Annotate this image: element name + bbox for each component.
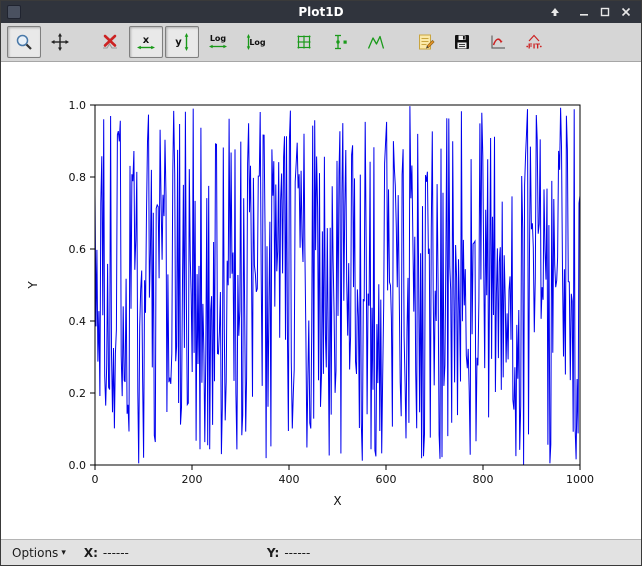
log-y-icon: Log [243,32,265,52]
clear-button[interactable] [93,26,127,58]
x-tick-label: 600 [376,473,397,486]
x-tick-label: 0 [92,473,99,486]
options-button[interactable]: Options ▾ [8,544,70,562]
notes-button[interactable] [409,26,443,58]
export-plot-button[interactable] [481,26,515,58]
minimize-button[interactable] [577,5,591,19]
error-bars-icon [330,32,350,52]
plot-canvas[interactable]: 0 200 400 600 800 1000 0.0 0.2 0.4 0.6 0.8 1.0 X Y [1,62,641,539]
y-tick-label: 0.2 [69,387,87,400]
maximize-button[interactable] [598,5,612,19]
plot-area[interactable]: 0 200 400 600 800 1000 0.0 0.2 0.4 0.6 0.8 1.0 X Y [1,62,641,539]
log-x-button[interactable]: Log [201,26,235,58]
y-tick-label: 0.6 [69,243,87,256]
options-label: Options [12,546,58,560]
cursor-x-readout: X: ------ [84,546,129,560]
x-axis-label: X [333,494,341,508]
window-controls [548,5,641,19]
plot1d-window: Plot1D [0,0,642,566]
app-icon[interactable] [7,5,21,19]
autoscale-y-button[interactable]: y [165,26,199,58]
y-tick-label: 1.0 [69,99,87,112]
cursor-y-value: ------ [284,546,310,560]
save-icon [452,32,472,52]
fit-icon: FIT [524,32,544,52]
pan-button[interactable] [43,26,77,58]
close-button[interactable] [619,5,633,19]
zoom-button[interactable] [7,26,41,58]
x-tick-label: 1000 [566,473,594,486]
autoscale-x-button[interactable]: x [129,26,163,58]
peaks-button[interactable] [359,26,393,58]
autoscale-x-icon: x [136,32,156,52]
y-tick-label: 0.4 [69,315,87,328]
statusbar: Options ▾ X: ------ Y: ------ [1,539,641,566]
save-button[interactable] [445,26,479,58]
cursor-x-value: ------ [103,546,129,560]
dropdown-arrow-icon: ▾ [61,549,66,558]
error-bars-button[interactable] [323,26,357,58]
peaks-icon [366,32,386,52]
x-tick-label: 200 [182,473,203,486]
y-tick-label: 0.0 [69,459,87,472]
log-x-icon: Log [207,32,229,52]
autoscale-y-icon: y [172,32,192,52]
keep-above-icon[interactable] [548,5,562,19]
autoscale-x-label: x [143,35,150,46]
fit-button[interactable]: FIT [517,26,551,58]
cursor-x-label: X: [84,546,98,560]
x-tick-label: 400 [279,473,300,486]
titlebar[interactable]: Plot1D [1,1,641,23]
grid-icon [294,32,314,52]
grid-button[interactable] [287,26,321,58]
log-y-label: Log [249,38,265,47]
notes-icon [416,32,436,52]
export-plot-icon [488,32,508,52]
clear-icon [100,32,120,52]
log-x-label: Log [210,34,227,43]
cursor-y-readout: Y: ------ [267,546,310,560]
pan-icon [50,32,70,52]
cursor-y-label: Y: [267,546,279,560]
log-y-button[interactable]: Log [237,26,271,58]
window-title: Plot1D [1,5,641,19]
toolbar: x y Log [1,23,641,62]
y-axis-label: Y [26,281,40,290]
x-tick-label: 800 [473,473,494,486]
zoom-icon [14,32,34,52]
fit-label: FIT [528,43,540,51]
y-tick-label: 0.8 [69,171,87,184]
autoscale-y-label: y [175,37,182,48]
